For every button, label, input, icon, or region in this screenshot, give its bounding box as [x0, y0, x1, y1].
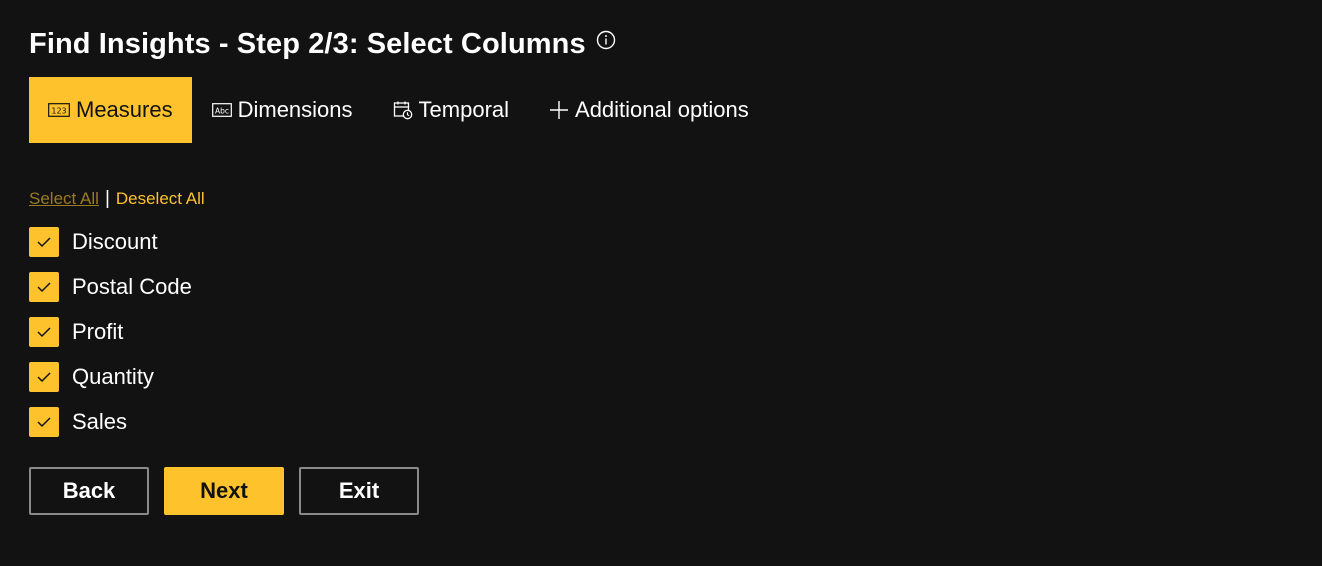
plus-icon: [549, 100, 569, 120]
checkbox-checked[interactable]: [29, 317, 59, 347]
find-insights-panel: Find Insights - Step 2/3: Select Columns…: [0, 0, 1322, 566]
checkbox-checked[interactable]: [29, 272, 59, 302]
tab-additional-options[interactable]: Additional options: [529, 77, 769, 143]
checkbox-checked[interactable]: [29, 362, 59, 392]
select-all-link[interactable]: Select All: [29, 189, 99, 209]
column-label: Discount: [72, 229, 158, 254]
selection-links: Select All | Deselect All: [29, 188, 205, 210]
checkmark-icon: [37, 417, 51, 428]
title-row: Find Insights - Step 2/3: Select Columns: [29, 24, 616, 64]
column-option-postal-code[interactable]: Postal Code: [29, 272, 192, 302]
column-label: Quantity: [72, 364, 154, 389]
svg-text:123: 123: [51, 106, 66, 115]
svg-text:Abc: Abc: [215, 106, 229, 115]
link-separator: |: [104, 188, 110, 209]
numeric-123-icon: 123: [48, 103, 70, 117]
checkbox-checked[interactable]: [29, 227, 59, 257]
text-abc-icon: Abc: [211, 103, 232, 117]
tab-temporal[interactable]: Temporal: [373, 77, 529, 143]
tab-bar: 123 Measures Abc Dimensions Temporal Add…: [29, 77, 769, 143]
tab-label: Measures: [76, 97, 173, 122]
column-label: Sales: [72, 409, 128, 434]
tab-dimensions[interactable]: Abc Dimensions: [192, 77, 373, 143]
tab-label: Dimensions: [237, 97, 353, 122]
checkmark-icon: [37, 372, 51, 383]
column-option-discount[interactable]: Discount: [29, 227, 192, 257]
tab-label: Additional options: [575, 97, 749, 122]
tab-measures[interactable]: 123 Measures: [29, 77, 192, 143]
column-checklist: Discount Postal Code Profit Quantity Sal…: [29, 227, 192, 452]
calendar-clock-icon: [393, 100, 413, 120]
checkbox-checked[interactable]: [29, 407, 59, 437]
page-title: Find Insights - Step 2/3: Select Columns: [29, 27, 586, 60]
info-icon[interactable]: [596, 30, 616, 50]
checkmark-icon: [37, 282, 51, 293]
checkmark-icon: [37, 327, 51, 338]
column-label: Profit: [72, 319, 124, 344]
column-option-sales[interactable]: Sales: [29, 407, 192, 437]
wizard-buttons: Back Next Exit: [29, 467, 434, 515]
next-button[interactable]: Next: [164, 467, 284, 515]
tab-label: Temporal: [418, 97, 510, 122]
column-label: Postal Code: [72, 274, 192, 299]
column-option-profit[interactable]: Profit: [29, 317, 192, 347]
deselect-all-link[interactable]: Deselect All: [116, 189, 205, 209]
back-button[interactable]: Back: [29, 467, 149, 515]
checkmark-icon: [37, 237, 51, 248]
exit-button[interactable]: Exit: [299, 467, 419, 515]
column-option-quantity[interactable]: Quantity: [29, 362, 192, 392]
